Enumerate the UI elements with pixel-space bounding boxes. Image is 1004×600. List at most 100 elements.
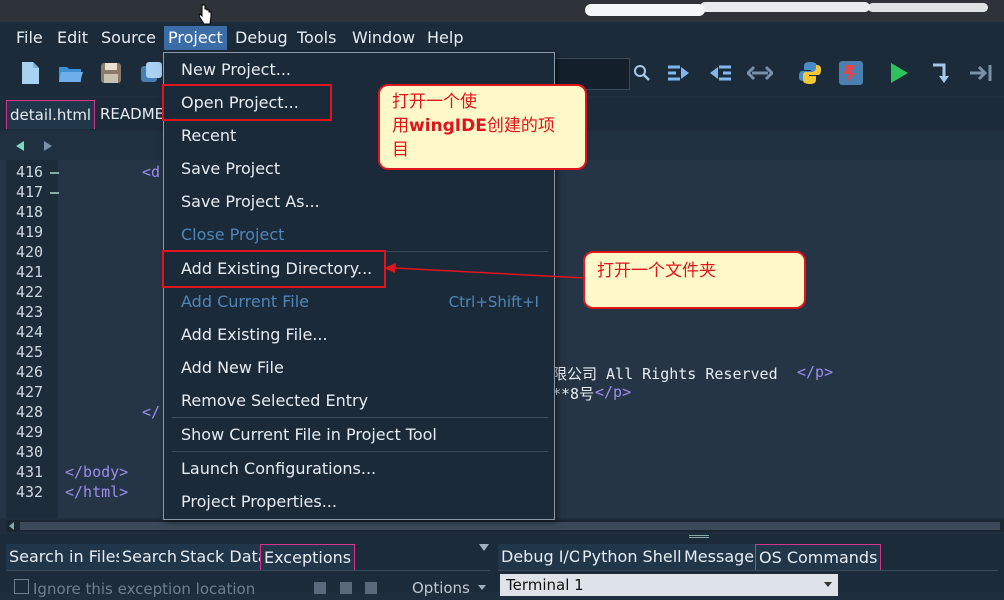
callout-text: 打开一个使 — [392, 92, 477, 112]
splitter-handle[interactable] — [689, 534, 709, 538]
callout-text: 打开一个文件夹 — [597, 261, 716, 281]
chevron-down-icon — [824, 582, 832, 587]
run-to-end-icon[interactable] — [968, 60, 994, 86]
back-arrow-icon[interactable] — [14, 140, 26, 152]
menu-item-save-project-as[interactable]: Save Project As... — [181, 188, 320, 216]
tab-readme[interactable]: README — [97, 100, 167, 128]
line-number: 429 — [16, 423, 44, 441]
code-text: </html> — [65, 483, 129, 501]
menu-item-add-existing-file[interactable]: Add Existing File... — [181, 321, 328, 349]
line-number: 426 — [16, 363, 44, 381]
tab-messages[interactable]: Messages — [681, 544, 766, 570]
menu-separator — [172, 451, 548, 452]
menu-file[interactable]: File — [12, 26, 47, 50]
menu-item-show-current-file[interactable]: Show Current File in Project Tool — [181, 421, 437, 449]
menu-item-add-current-file: Add Current File — [181, 292, 310, 311]
menu-separator — [172, 417, 548, 418]
exception-action-icon[interactable] — [365, 582, 377, 594]
menu-item-remove-selected-entry[interactable]: Remove Selected Entry — [181, 387, 368, 415]
menu-item-launch-configurations[interactable]: Launch Configurations... — [181, 455, 376, 483]
fold-marker-icon[interactable] — [50, 192, 59, 194]
menu-item-recent[interactable]: Recent — [181, 122, 236, 150]
tab-python-shell[interactable]: Python Shell — [579, 544, 685, 570]
line-number: 418 — [16, 203, 44, 221]
code-text: **8号 — [552, 385, 595, 403]
redacted-area — [700, 2, 870, 12]
line-number: 419 — [16, 223, 44, 241]
line-number: 421 — [16, 263, 44, 281]
callout-open-project: 打开一个使 用wingIDE创建的项 目 — [378, 84, 587, 170]
exception-action-icon[interactable] — [340, 582, 352, 594]
run-icon[interactable] — [886, 60, 912, 86]
line-number: 428 — [16, 403, 44, 421]
step-out-icon[interactable] — [707, 60, 733, 86]
code-text: </p> — [797, 363, 834, 381]
code-text: </ — [142, 403, 161, 421]
terminal-select-value: Terminal 1 — [506, 576, 584, 594]
line-number: 432 — [16, 483, 44, 501]
callout-text: 目 — [392, 140, 409, 160]
save-icon[interactable] — [98, 60, 124, 86]
menu-item-save-project[interactable]: Save Project — [181, 155, 280, 183]
line-number: 420 — [16, 243, 44, 261]
line-number: 427 — [16, 383, 44, 401]
python-icon[interactable] — [797, 60, 823, 86]
line-number: 423 — [16, 303, 44, 321]
new-file-icon[interactable] — [17, 60, 43, 86]
menu-help[interactable]: Help — [423, 26, 467, 50]
line-number: 416 — [16, 163, 44, 181]
scroll-thumb[interactable] — [20, 522, 1000, 530]
menu-project[interactable]: Project — [164, 26, 227, 50]
step-into-icon[interactable] — [666, 60, 692, 86]
line-number: 430 — [16, 443, 44, 461]
line-number: 424 — [16, 323, 44, 341]
redacted-area — [585, 4, 705, 16]
scroll-left-icon[interactable] — [8, 522, 16, 530]
highlight-add-existing-directory — [162, 250, 386, 288]
tab-divider — [498, 570, 998, 571]
terminal-select[interactable]: Terminal 1 — [500, 574, 838, 596]
step-over-icon[interactable] — [747, 60, 773, 86]
chevron-down-icon[interactable] — [479, 544, 489, 552]
menu-tools[interactable]: Tools — [293, 26, 340, 50]
tab-exceptions[interactable]: Exceptions — [260, 544, 356, 571]
code-text: <d — [142, 163, 161, 181]
tab-search-in-files[interactable]: Search in Files — [6, 544, 127, 570]
chevron-down-icon[interactable] — [478, 585, 486, 591]
line-number-gutter: 416 417 418 419 420 421 422 423 424 425 … — [6, 160, 59, 518]
tab-debug-io[interactable]: Debug I/O — [498, 544, 585, 570]
menu-item-new-project[interactable]: New Project... — [181, 56, 291, 84]
menu-debug[interactable]: Debug — [231, 26, 292, 50]
menu-edit[interactable]: Edit — [53, 26, 92, 50]
mouse-cursor-icon — [198, 4, 212, 25]
title-bar — [0, 0, 1004, 22]
search-icon[interactable] — [633, 64, 651, 82]
horizontal-scrollbar[interactable] — [6, 520, 1004, 532]
step-cursor-icon[interactable] — [930, 60, 956, 86]
shortcut-add-current-file: Ctrl+Shift+I — [448, 293, 539, 311]
debug-config-icon[interactable] — [838, 60, 864, 86]
tab-os-commands[interactable]: OS Commands — [755, 544, 882, 571]
forward-arrow-icon[interactable] — [42, 140, 54, 152]
code-text: </body> — [65, 463, 129, 481]
line-number: 431 — [16, 463, 44, 481]
open-folder-icon[interactable] — [57, 60, 83, 86]
menu-window[interactable]: Window — [348, 26, 419, 50]
fold-marker-icon[interactable] — [50, 172, 59, 174]
tab-search[interactable]: Search — [119, 544, 180, 570]
code-text: 限公司 All Rights Reserved — [552, 365, 778, 383]
callout-text: 用wingIDE创建的项 — [392, 116, 555, 136]
exception-action-icon[interactable] — [314, 582, 326, 594]
callout-add-directory: 打开一个文件夹 — [583, 251, 806, 309]
save-all-icon[interactable] — [138, 60, 164, 86]
tab-detail-html[interactable]: detail.html — [6, 100, 96, 129]
line-number: 422 — [16, 283, 44, 301]
ignore-exception-label: Ignore this exception location — [33, 580, 256, 598]
options-menu[interactable]: Options — [412, 579, 470, 597]
tab-stack-data[interactable]: Stack Data — [177, 544, 271, 570]
menu-item-add-new-file[interactable]: Add New File — [181, 354, 284, 382]
line-number: 417 — [16, 183, 44, 201]
menu-item-project-properties[interactable]: Project Properties... — [181, 488, 337, 516]
highlight-open-project — [162, 84, 332, 121]
menu-source[interactable]: Source — [97, 26, 160, 50]
